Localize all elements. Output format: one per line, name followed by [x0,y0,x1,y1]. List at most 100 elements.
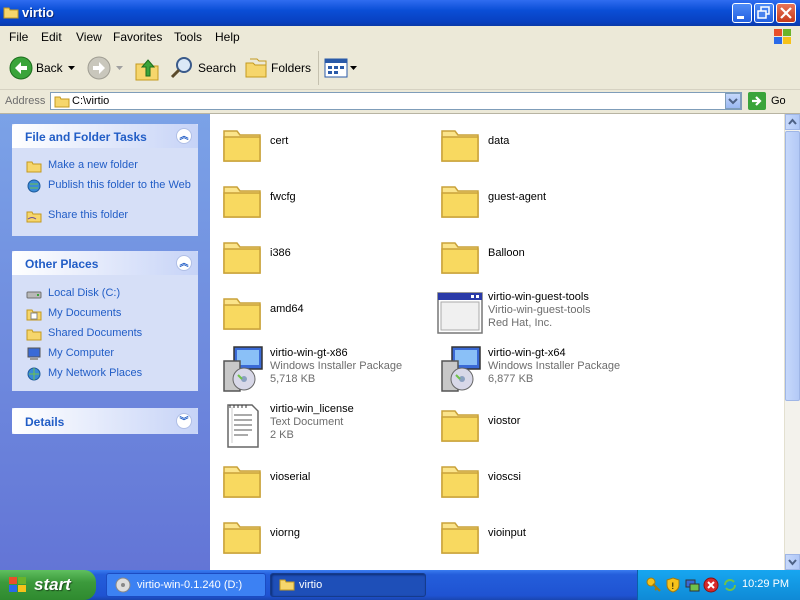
place-local-disk[interactable]: Local Disk (C:) [48,287,120,300]
address-value: C:\virtio [72,95,110,107]
item-type: Windows Installer Package [488,360,621,372]
folder-item[interactable]: data [436,121,636,171]
go-label: Go [771,95,786,107]
start-button[interactable]: start [0,570,96,600]
dropdown-arrow-icon[interactable] [68,66,75,71]
item-name: vioscsi [488,471,522,483]
menu-help[interactable]: Help [215,30,240,44]
folder-item[interactable]: vioinput [436,513,636,563]
search-button[interactable]: Search [166,55,236,81]
svg-text:!: ! [671,582,675,592]
folder-icon [223,522,261,554]
my-network-places-icon [27,367,41,381]
panel-header[interactable]: Details ︾ [12,408,198,434]
item-name: vioserial [270,471,311,483]
key-icon[interactable] [646,577,662,593]
dropdown-arrow-icon[interactable] [116,66,123,71]
details-panel: Details ︾ [12,408,198,434]
minimize-icon [737,16,744,19]
minimize-button[interactable] [732,3,752,23]
chevron-down-icon [728,98,738,105]
task-share-folder[interactable]: Share this folder [48,209,128,222]
address-dropdown-button[interactable] [725,93,741,109]
forward-button[interactable] [86,55,126,81]
panel-header[interactable]: File and Folder Tasks ︽ [12,124,198,148]
item-name: data [488,135,510,147]
menu-tools[interactable]: Tools [174,30,202,44]
scroll-thumb[interactable] [785,131,800,401]
file-item[interactable]: virtio-win-gt-x64 Windows Installer Packa… [436,345,636,395]
security-shield-icon[interactable]: ! [665,577,681,593]
address-field[interactable]: C:\virtio [50,92,742,110]
menu-favorites[interactable]: Favorites [113,30,162,44]
task-pane: File and Folder Tasks ︽ Make a new folde… [0,114,210,570]
folder-item[interactable]: i386 [218,233,418,283]
taskbar-button-cd-drive[interactable]: virtio-win-0.1.240 (D:) [106,573,266,597]
system-tray: ! 10:29 PM [637,570,800,600]
scroll-down-button[interactable] [785,554,800,570]
task-make-new-folder[interactable]: Make a new folder [48,159,138,172]
item-name: virtio-win-gt-x64 [488,347,566,359]
folder-icon [54,96,70,108]
back-button[interactable]: Back [6,55,78,81]
item-name: Balloon [488,247,525,259]
collapse-icon[interactable]: ︽ [176,255,192,271]
go-arrow-icon [748,92,766,110]
place-shared-documents[interactable]: Shared Documents [48,327,142,340]
place-my-computer[interactable]: My Computer [48,347,114,360]
views-button[interactable] [322,55,358,81]
taskbar-button-virtio[interactable]: virtio [270,573,426,597]
warning-icon[interactable] [703,577,719,593]
folder-item[interactable]: amd64 [218,289,418,339]
my-computer-icon [27,347,41,360]
item-name: virtio-win-guest-tools [488,291,589,303]
panel-title: Other Places [25,257,99,271]
up-folder-icon[interactable] [134,56,160,82]
taskbar: start virtio-win-0.1.240 (D:) virtio ! 1… [0,570,800,600]
maximize-button[interactable] [754,3,774,23]
item-type: Text Document [270,416,344,428]
network-icon[interactable] [684,577,700,593]
file-item[interactable]: virtio-win-gt-x86 Windows Installer Packa… [218,345,418,395]
menu-edit[interactable]: Edit [41,30,62,44]
restore-icon [757,6,770,19]
folder-item[interactable]: vioscsi [436,457,636,507]
item-name: viorng [270,527,300,539]
item-name: cert [270,135,289,147]
collapse-icon[interactable]: ︽ [176,128,192,144]
back-label: Back [36,61,63,75]
folder-item[interactable]: viorng [218,513,418,563]
task-publish-web[interactable]: Publish this folder to the Web [48,179,198,192]
dropdown-arrow-icon[interactable] [350,66,357,71]
file-item[interactable]: virtio-win-guest-tools Virtio-win-guest-t… [436,289,636,339]
title-bar[interactable]: virtio [0,0,800,26]
search-icon [170,57,192,79]
place-my-documents[interactable]: My Documents [48,307,121,320]
address-bar: Address C:\virtio Go [0,90,800,114]
file-item[interactable]: virtio-win_license Text Document 2 KB [218,401,418,451]
scroll-up-button[interactable] [785,114,800,130]
folder-item[interactable]: fwcfg [218,177,418,227]
my-documents-icon [26,309,42,321]
menu-view[interactable]: View [76,30,102,44]
folder-item[interactable]: Balloon [436,233,636,283]
go-button[interactable]: Go [746,92,790,110]
folder-icon [223,186,261,218]
folder-item[interactable]: viostor [436,401,636,451]
folder-item[interactable]: cert [218,121,418,171]
menu-file[interactable]: File [9,30,28,44]
folders-button[interactable]: Folders [240,55,312,81]
close-button[interactable] [776,3,796,23]
folder-icon [223,242,261,274]
sync-icon[interactable] [722,577,738,593]
item-detail: 6,877 KB [488,373,534,385]
item-name: fwcfg [270,191,296,203]
vertical-scrollbar[interactable] [784,114,800,570]
place-my-network-places[interactable]: My Network Places [48,367,142,380]
expand-icon[interactable]: ︾ [176,413,192,429]
folder-item[interactable]: guest-agent [436,177,636,227]
item-name: amd64 [270,303,304,315]
folder-icon [223,130,261,162]
panel-header[interactable]: Other Places ︽ [12,251,198,275]
folder-item[interactable]: vioserial [218,457,418,507]
